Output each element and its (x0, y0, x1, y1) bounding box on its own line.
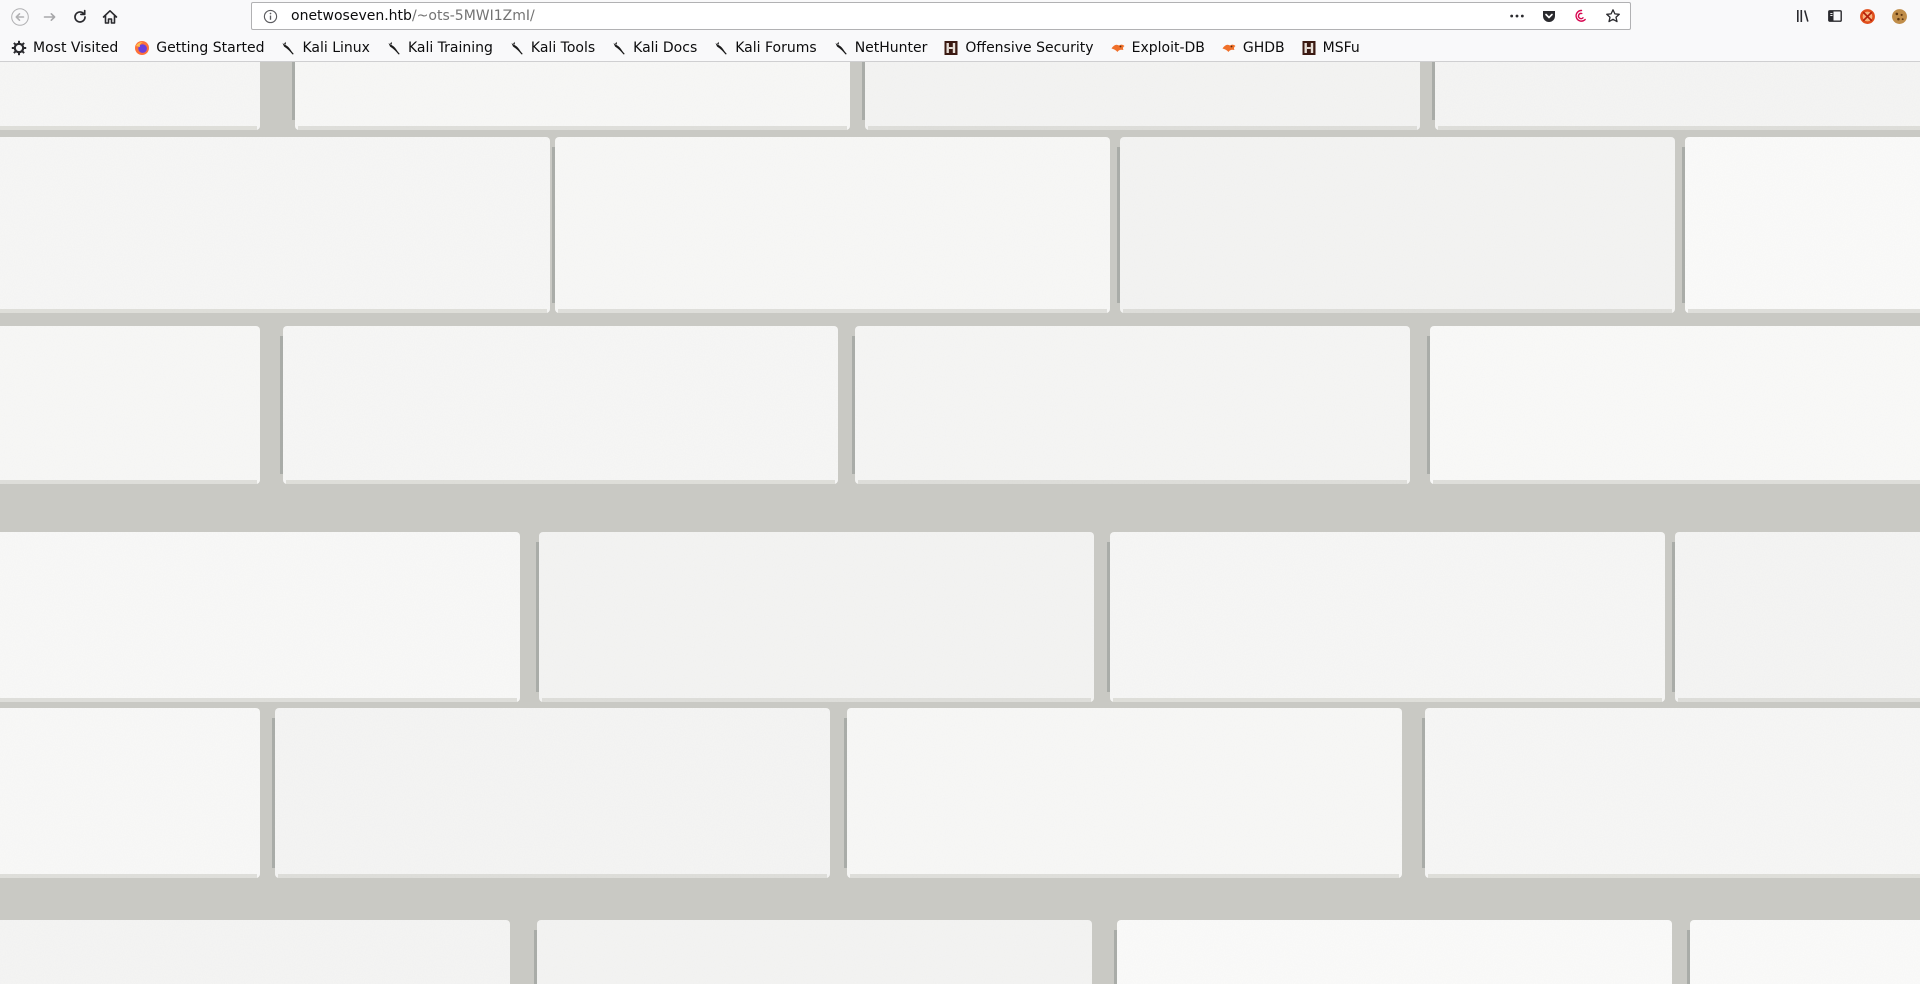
more-actions-icon[interactable] (1506, 5, 1528, 27)
reload-button[interactable] (65, 2, 95, 32)
bookmark-label: Most Visited (33, 39, 119, 56)
gear-icon (11, 40, 27, 56)
navigation-toolbar: onetwoseven.htb/~ots-5MWI1ZmI/ (0, 0, 1920, 34)
kali-dragon-icon (611, 40, 627, 56)
reload-icon (74, 9, 86, 23)
forward-button[interactable] (35, 2, 65, 32)
kali-dragon-icon (833, 40, 849, 56)
bookmark-getting-started[interactable]: Getting Started (131, 36, 267, 60)
firefox-icon (134, 40, 150, 56)
bookmark-offensive-security[interactable]: Offensive Security (940, 36, 1096, 60)
home-icon (102, 10, 118, 24)
bookmark-kali-training[interactable]: Kali Training (383, 36, 496, 60)
page-content (0, 62, 1920, 984)
url-text[interactable]: onetwoseven.htb/~ots-5MWI1ZmI/ (291, 8, 535, 24)
bookmark-kali-linux[interactable]: Kali Linux (277, 36, 372, 60)
bookmark-kali-forums[interactable]: Kali Forums (710, 36, 819, 60)
bookmark-label: Kali Training (407, 39, 493, 56)
kali-dragon-icon (713, 40, 729, 56)
address-bar[interactable]: onetwoseven.htb/~ots-5MWI1ZmI/ (251, 2, 1631, 30)
bookmark-label: Kali Docs (633, 39, 698, 56)
kali-dragon-icon (280, 40, 296, 56)
offsec-icon (1301, 40, 1317, 56)
kali-dragon-icon (386, 40, 402, 56)
bookmark-exploit-db[interactable]: Exploit-DB (1107, 36, 1208, 60)
bookmark-label: Getting Started (156, 39, 265, 56)
bookmark-label: Offensive Security (965, 39, 1094, 56)
bookmark-kali-tools[interactable]: Kali Tools (506, 36, 598, 60)
forward-arrow-icon (43, 13, 56, 21)
bookmark-ghdb[interactable]: GHDB (1218, 36, 1288, 60)
bookmark-label: Exploit-DB (1131, 39, 1205, 56)
url-actions (1506, 3, 1624, 29)
browser-window: onetwoseven.htb/~ots-5MWI1ZmI/ Most Visi… (0, 0, 1920, 984)
exploitdb-icon (1221, 40, 1237, 56)
home-button[interactable] (95, 2, 125, 32)
toolbar-right (1792, 5, 1910, 27)
library-icon[interactable] (1792, 5, 1814, 27)
bookmark-label: GHDB (1242, 39, 1285, 56)
url-path: /~ots-5MWI1ZmI/ (411, 8, 535, 24)
cookie-icon[interactable] (1888, 5, 1910, 27)
bookmark-nethunter[interactable]: NetHunter (830, 36, 931, 60)
sidebar-icon[interactable] (1824, 5, 1846, 27)
bookmark-label: Kali Forums (735, 39, 817, 56)
site-info-icon[interactable] (257, 3, 283, 29)
pocket-icon[interactable] (1538, 5, 1560, 27)
offsec-icon (943, 40, 959, 56)
bookmarks-toolbar: Most Visited Getting Started Kali Linux Kal… (0, 34, 1920, 62)
back-button[interactable] (5, 2, 35, 32)
debian-icon[interactable] (1570, 5, 1592, 27)
bookmark-label: Kali Tools (530, 39, 596, 56)
bookmark-label: NetHunter (854, 39, 928, 56)
url-host: onetwoseven.htb (291, 8, 412, 24)
bookmark-msfu[interactable]: MSFu (1298, 36, 1363, 60)
exploitdb-icon (1110, 40, 1126, 56)
bookmark-star-icon[interactable] (1602, 5, 1624, 27)
bookmark-most-visited[interactable]: Most Visited (8, 36, 121, 60)
bookmark-label: Kali Linux (302, 39, 370, 56)
bookmark-kali-docs[interactable]: Kali Docs (608, 36, 700, 60)
bookmark-label: MSFu (1322, 39, 1360, 56)
kali-dragon-icon (509, 40, 525, 56)
noscript-icon[interactable] (1856, 5, 1878, 27)
brick-wall-image (0, 62, 1920, 984)
back-arrow-icon (11, 8, 29, 26)
